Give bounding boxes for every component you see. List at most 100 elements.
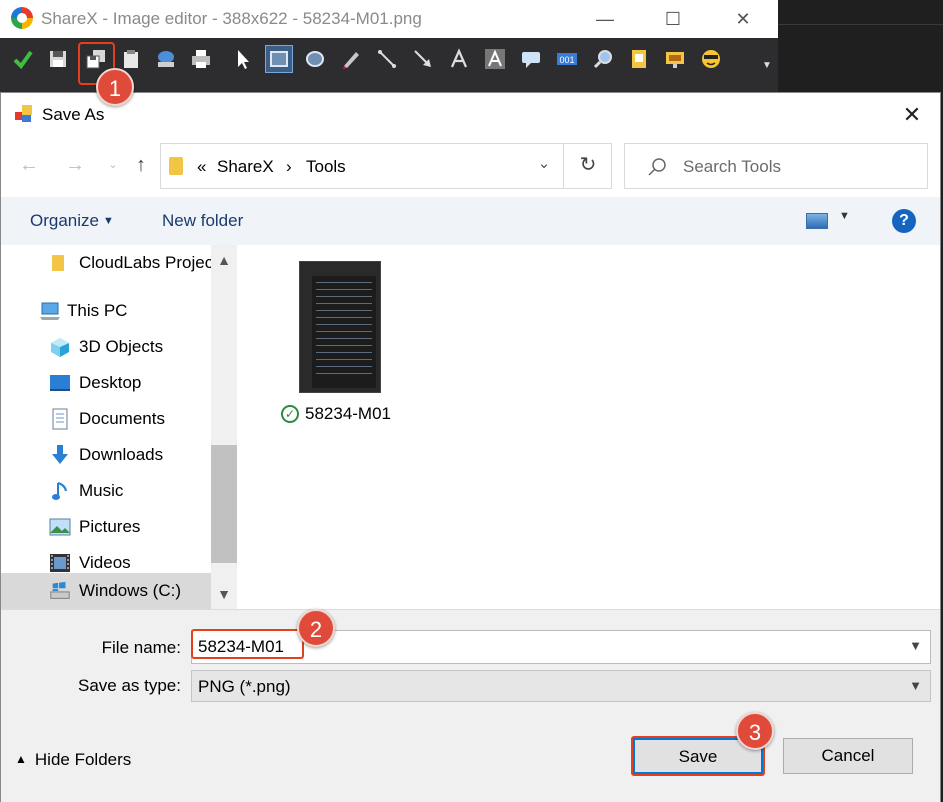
dialog-title-bar: Save As ✕ (1, 93, 940, 137)
save-type-value: PNG (*.png) (198, 677, 291, 696)
file-name: 58234-M01 (305, 404, 392, 423)
folder-icon (47, 252, 69, 274)
save-as-window-icon (15, 105, 32, 122)
navigation-pane: CloudLabs Projec This PC 3D Objects Desk… (1, 245, 237, 609)
save-options-panel: File name: ▼ Save as type: PNG (*.png) ▼… (1, 609, 940, 802)
cancel-button[interactable]: Cancel (783, 738, 913, 774)
drive-icon (49, 580, 71, 602)
sticker-icon[interactable] (626, 46, 652, 72)
view-options-dropdown-icon[interactable]: ▼ (839, 210, 850, 222)
address-separator (563, 144, 564, 188)
nav-item-documents[interactable]: Documents (1, 401, 211, 437)
new-folder-button[interactable]: New folder (162, 211, 243, 231)
upload-icon[interactable] (153, 46, 179, 72)
step1-badge: 1 (96, 68, 134, 106)
pen-icon[interactable] (338, 46, 364, 72)
file-list-area: ✓ 58234-M01 (237, 245, 940, 609)
overflow-icon[interactable]: ▼ (762, 60, 772, 71)
scroll-thumb[interactable] (211, 445, 237, 563)
organize-dropdown-icon: ▼ (102, 215, 114, 227)
nav-scrollbar[interactable]: ▲ ▼ (211, 245, 237, 609)
svg-text:001: 001 (559, 55, 574, 65)
forward-arrow-icon[interactable]: → (61, 151, 89, 179)
help-icon[interactable]: ? (892, 209, 916, 233)
nav-item-label: This PC (67, 301, 128, 320)
address-bar[interactable]: « ShareX › Tools ⌄ ↻ (160, 143, 612, 189)
ellipse-icon[interactable] (302, 46, 328, 72)
nav-item-label: Documents (79, 409, 165, 428)
hide-folders-button[interactable]: ▲ Hide Folders (15, 750, 131, 770)
emoji-icon[interactable] (698, 46, 724, 72)
text-background-icon[interactable] (482, 46, 508, 72)
nav-item-desktop[interactable]: Desktop (1, 365, 211, 401)
close-icon[interactable]: ✕ (720, 4, 766, 34)
search-input[interactable] (683, 154, 913, 180)
change-view-icon[interactable] (806, 213, 828, 229)
file-thumbnail[interactable] (299, 261, 381, 393)
dialog-title: Save As (42, 105, 105, 124)
nav-item-this-pc[interactable]: This PC (1, 293, 211, 329)
nav-item-pictures[interactable]: Pictures (1, 509, 211, 545)
folder-icon (169, 157, 183, 175)
check-icon[interactable] (10, 46, 36, 72)
downloads-icon (49, 444, 71, 466)
breadcrumb-sharex[interactable]: ShareX (217, 157, 274, 177)
nav-item-music[interactable]: Music (1, 473, 211, 509)
hide-folders-label: Hide Folders (34, 750, 132, 769)
desktop-icon (49, 372, 71, 394)
text-icon[interactable] (446, 46, 472, 72)
music-icon (49, 480, 71, 502)
minimize-icon[interactable]: — (582, 4, 628, 34)
back-arrow-icon[interactable]: ← (15, 151, 43, 179)
nav-item-label: Windows (C:) (79, 581, 182, 600)
editor-title-bar: ShareX - Image editor - 388x622 - 58234-… (0, 0, 778, 38)
file-name-dropdown-icon[interactable]: ▼ (909, 638, 922, 653)
step2-badge: 2 (297, 609, 335, 647)
nav-item-label: Videos (79, 553, 131, 572)
step2-highlight (191, 629, 304, 659)
cursor-icon[interactable] (230, 46, 256, 72)
nav-item-label: Downloads (79, 445, 164, 464)
nav-item-windows-c[interactable]: Windows (C:) (1, 573, 211, 609)
organize-button[interactable]: Organize ▼ (30, 211, 114, 231)
breadcrumb-prefix[interactable]: « (197, 157, 206, 177)
save-type-dropdown-icon[interactable]: ▼ (909, 678, 922, 693)
arrow-icon[interactable] (410, 46, 436, 72)
recent-locations-icon[interactable]: ⌄ (99, 151, 127, 179)
dialog-close-icon[interactable]: ✕ (894, 99, 930, 131)
search-icon (648, 158, 666, 176)
refresh-icon[interactable]: ↻ (571, 152, 605, 180)
3d-objects-icon (49, 336, 71, 358)
step-icon[interactable]: 001 (554, 46, 580, 72)
magnify-icon[interactable] (590, 46, 616, 72)
chevron-up-icon: ▲ (15, 752, 27, 766)
nav-item-label: Music (79, 481, 124, 500)
search-box[interactable] (624, 143, 928, 189)
print-icon[interactable] (188, 46, 214, 72)
speech-balloon-icon[interactable] (518, 46, 544, 72)
computer-icon (39, 300, 61, 322)
save-type-select[interactable]: PNG (*.png) ▼ (191, 670, 931, 702)
sync-status-icon: ✓ (281, 405, 299, 423)
maximize-icon[interactable]: ☐ (650, 4, 696, 34)
line-icon[interactable] (374, 46, 400, 72)
clipboard-icon[interactable] (118, 46, 144, 72)
save-type-label: Save as type: (77, 676, 181, 695)
scroll-down-icon[interactable]: ▼ (211, 579, 237, 609)
divider (778, 24, 943, 25)
image-icon[interactable] (662, 46, 688, 72)
save-icon[interactable] (45, 46, 71, 72)
documents-icon (49, 408, 71, 430)
scroll-up-icon[interactable]: ▲ (211, 245, 237, 275)
breadcrumb-tools[interactable]: Tools (306, 157, 346, 177)
nav-item-label: 3D Objects (79, 337, 164, 356)
editor-title: ShareX - Image editor - 388x622 - 58234-… (41, 9, 422, 28)
nav-item-label: Desktop (79, 373, 142, 392)
save-as-dialog: Save As ✕ ← → ⌄ ↑ « ShareX › Tools ⌄ ↻ O… (0, 92, 941, 802)
up-arrow-icon[interactable]: ↑ (127, 151, 155, 179)
rectangle-icon[interactable] (265, 45, 293, 73)
nav-item-3d-objects[interactable]: 3D Objects (1, 329, 211, 365)
nav-item-cloudlabs[interactable]: CloudLabs Projec (1, 245, 213, 281)
nav-item-downloads[interactable]: Downloads (1, 437, 211, 473)
address-dropdown-icon[interactable]: ⌄ (529, 154, 559, 178)
